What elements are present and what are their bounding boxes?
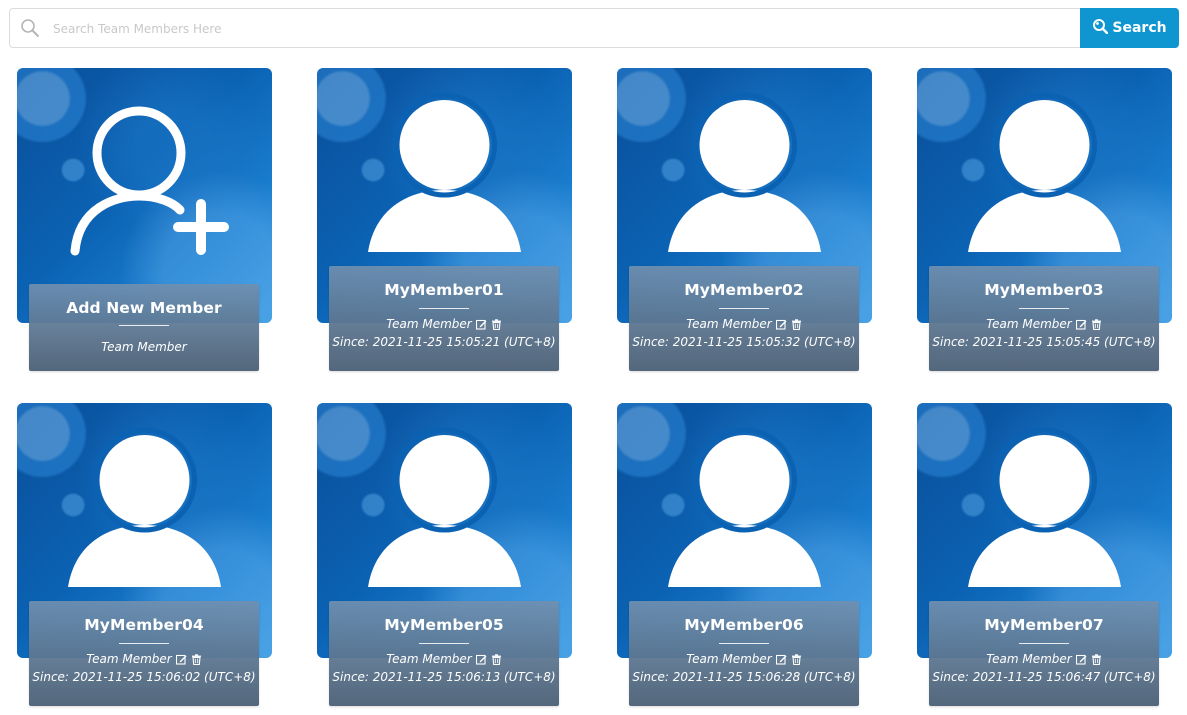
member-name: MyMember01 [384,281,504,299]
member-info-panel: MyMember07 Team Member Since: 2021-11-25… [929,601,1159,706]
member-since: Since: 2021-11-25 15:06:13 (UTC+8) [332,670,556,684]
member-since: Since: 2021-11-25 15:06:47 (UTC+8) [932,670,1156,684]
member-info-panel: MyMember06 Team Member Since: 2021-11-25… [629,601,859,706]
search-button-label: Search [1112,20,1167,36]
divider [719,308,769,309]
member-role: Team Member [686,317,772,331]
divider [419,308,469,309]
divider [1019,643,1069,644]
trash-icon[interactable] [791,318,802,330]
trash-icon[interactable] [491,318,502,330]
member-since: Since: 2021-11-25 15:06:02 (UTC+8) [32,670,256,684]
member-info-panel: MyMember05 Team Member Since: 2021-11-25… [329,601,559,706]
edit-icon[interactable] [475,654,487,665]
search-bar: Search [9,8,1179,48]
member-card[interactable]: MyMember05 Team Member Since: 2021-11-25… [317,403,572,706]
divider [419,643,469,644]
edit-icon[interactable] [775,319,787,330]
member-info-panel: MyMember02 Team Member Since: 2021-11-25… [629,266,859,371]
member-role: Team Member [386,652,472,666]
member-name: MyMember02 [684,281,804,299]
member-info-panel: MyMember03 Team Member Since: 2021-11-25… [929,266,1159,371]
member-card[interactable]: MyMember07 Team Member Since: 2021-11-25… [917,403,1172,706]
member-since: Since: 2021-11-25 15:05:21 (UTC+8) [332,335,556,349]
edit-icon[interactable] [475,319,487,330]
add-member-role: Team Member [101,340,187,354]
member-card[interactable]: MyMember04 Team Member Since: 2021-11-25… [17,403,272,706]
member-card[interactable]: MyMember01 Team Member Since: 2021-11-25… [317,68,572,371]
member-since: Since: 2021-11-25 15:05:45 (UTC+8) [932,335,1156,349]
edit-icon[interactable] [1075,319,1087,330]
add-member-panel: Add New Member Team Member [29,284,259,371]
trash-icon[interactable] [791,653,802,665]
member-card[interactable]: MyMember06 Team Member Since: 2021-11-25… [617,403,872,706]
member-name: MyMember03 [984,281,1104,299]
member-info-panel: MyMember01 Team Member Since: 2021-11-25… [329,266,559,371]
member-card[interactable]: MyMember03 Team Member Since: 2021-11-25… [917,68,1172,371]
member-role: Team Member [86,652,172,666]
trash-icon[interactable] [1091,318,1102,330]
divider [1019,308,1069,309]
search-button[interactable]: Search [1080,8,1179,48]
member-role: Team Member [386,317,472,331]
edit-icon[interactable] [1075,654,1087,665]
divider [119,643,169,644]
member-role: Team Member [986,652,1072,666]
member-since: Since: 2021-11-25 15:05:32 (UTC+8) [632,335,856,349]
edit-icon[interactable] [775,654,787,665]
member-card[interactable]: MyMember02 Team Member Since: 2021-11-25… [617,68,872,371]
search-input[interactable] [53,17,1073,41]
add-member-card[interactable]: Add New Member Team Member [17,68,272,371]
member-name: MyMember05 [384,616,504,634]
trash-icon[interactable] [191,653,202,665]
member-name: MyMember04 [84,616,204,634]
search-icon [20,18,40,38]
edit-icon[interactable] [175,654,187,665]
divider [119,325,169,326]
member-role: Team Member [686,652,772,666]
divider [719,643,769,644]
add-member-title: Add New Member [66,299,222,317]
trash-icon[interactable] [491,653,502,665]
member-since: Since: 2021-11-25 15:06:28 (UTC+8) [632,670,856,684]
member-name: MyMember07 [984,616,1104,634]
member-name: MyMember06 [684,616,804,634]
trash-icon[interactable] [1091,653,1102,665]
search-button-icon [1092,18,1109,38]
member-info-panel: MyMember04 Team Member Since: 2021-11-25… [29,601,259,706]
member-role: Team Member [986,317,1072,331]
